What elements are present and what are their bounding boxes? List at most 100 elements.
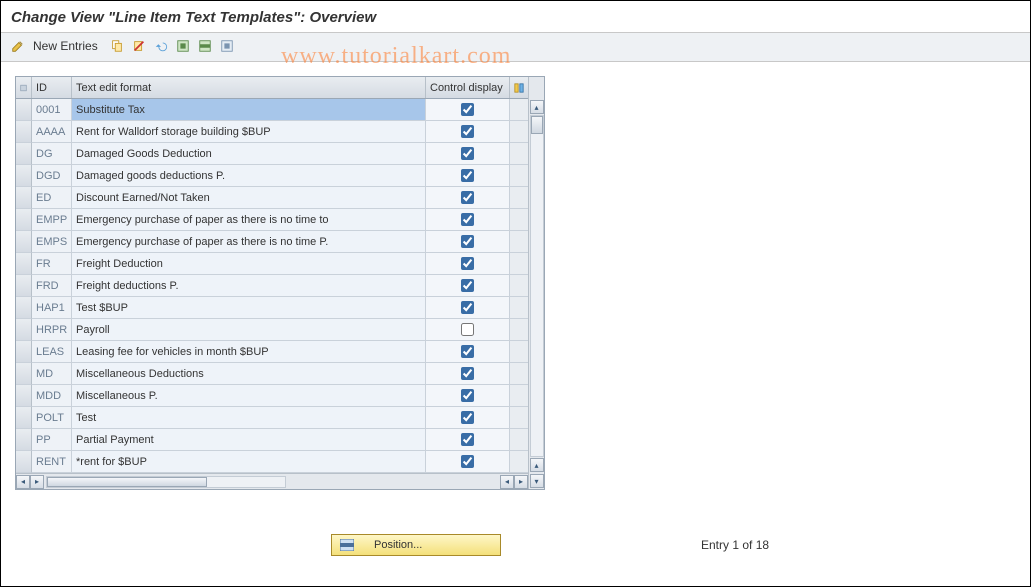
- control-display-checkbox[interactable]: [461, 169, 474, 182]
- row-selector[interactable]: [16, 165, 32, 187]
- table-row[interactable]: EDDiscount Earned/Not Taken: [16, 187, 528, 209]
- cell-text[interactable]: Freight deductions P.: [72, 275, 426, 297]
- row-selector[interactable]: [16, 231, 32, 253]
- cell-control: [426, 385, 510, 407]
- row-selector[interactable]: [16, 451, 32, 473]
- cell-text[interactable]: *rent for $BUP: [72, 451, 426, 473]
- cell-control: [426, 341, 510, 363]
- cell-text[interactable]: Payroll: [72, 319, 426, 341]
- cell-id: POLT: [32, 407, 72, 429]
- vertical-scrollbar[interactable]: ▴ ▴ ▾: [528, 77, 544, 489]
- header-row-selector[interactable]: [16, 77, 32, 98]
- table-row[interactable]: EMPSEmergency purchase of paper as there…: [16, 231, 528, 253]
- cell-gutter: [510, 187, 528, 209]
- pencil-icon[interactable]: [9, 37, 27, 55]
- control-display-checkbox[interactable]: [461, 257, 474, 270]
- scroll-up2-icon[interactable]: ▴: [530, 458, 544, 472]
- table-row[interactable]: RENT*rent for $BUP: [16, 451, 528, 473]
- cell-gutter: [510, 451, 528, 473]
- row-selector[interactable]: [16, 253, 32, 275]
- scroll-left2-icon[interactable]: ◂: [500, 475, 514, 489]
- row-selector[interactable]: [16, 209, 32, 231]
- cell-text[interactable]: Emergency purchase of paper as there is …: [72, 209, 426, 231]
- scroll-right-icon[interactable]: ▸: [30, 475, 44, 489]
- table-row[interactable]: EMPPEmergency purchase of paper as there…: [16, 209, 528, 231]
- header-id[interactable]: ID: [32, 77, 72, 98]
- control-display-checkbox[interactable]: [461, 411, 474, 424]
- header-text[interactable]: Text edit format: [72, 77, 426, 98]
- cell-gutter: [510, 407, 528, 429]
- control-display-checkbox[interactable]: [461, 279, 474, 292]
- delete-icon[interactable]: [130, 37, 148, 55]
- cell-text[interactable]: Substitute Tax: [72, 99, 426, 121]
- cell-text[interactable]: Test: [72, 407, 426, 429]
- control-display-checkbox[interactable]: [461, 125, 474, 138]
- row-selector[interactable]: [16, 99, 32, 121]
- table-row[interactable]: HRPRPayroll: [16, 319, 528, 341]
- control-display-checkbox[interactable]: [461, 103, 474, 116]
- new-entries-button[interactable]: New Entries: [31, 39, 104, 53]
- table-row[interactable]: FRDFreight deductions P.: [16, 275, 528, 297]
- select-block-icon[interactable]: [196, 37, 214, 55]
- table-row[interactable]: AAAARent for Walldorf storage building $…: [16, 121, 528, 143]
- control-display-checkbox[interactable]: [461, 213, 474, 226]
- table-row[interactable]: POLTTest: [16, 407, 528, 429]
- table-row[interactable]: PPPartial Payment: [16, 429, 528, 451]
- table-row[interactable]: DGDDamaged goods deductions P.: [16, 165, 528, 187]
- table-row[interactable]: DGDamaged Goods Deduction: [16, 143, 528, 165]
- control-display-checkbox[interactable]: [461, 389, 474, 402]
- table-row[interactable]: 0001Substitute Tax: [16, 99, 528, 121]
- row-selector[interactable]: [16, 407, 32, 429]
- cell-text[interactable]: Miscellaneous Deductions: [72, 363, 426, 385]
- control-display-checkbox[interactable]: [461, 455, 474, 468]
- cell-text[interactable]: Leasing fee for vehicles in month $BUP: [72, 341, 426, 363]
- table-row[interactable]: HAP1Test $BUP: [16, 297, 528, 319]
- scroll-up-icon[interactable]: ▴: [530, 100, 544, 114]
- control-display-checkbox[interactable]: [461, 191, 474, 204]
- cell-text[interactable]: Emergency purchase of paper as there is …: [72, 231, 426, 253]
- row-selector[interactable]: [16, 297, 32, 319]
- scroll-left-icon[interactable]: ◂: [16, 475, 30, 489]
- table-row[interactable]: MDMiscellaneous Deductions: [16, 363, 528, 385]
- cell-text[interactable]: Damaged Goods Deduction: [72, 143, 426, 165]
- cell-id: 0001: [32, 99, 72, 121]
- control-display-checkbox[interactable]: [461, 345, 474, 358]
- control-display-checkbox[interactable]: [461, 235, 474, 248]
- row-selector[interactable]: [16, 319, 32, 341]
- column-config-icon[interactable]: [510, 77, 528, 98]
- cell-text[interactable]: Partial Payment: [72, 429, 426, 451]
- table-row[interactable]: FRFreight Deduction: [16, 253, 528, 275]
- control-display-checkbox[interactable]: [461, 433, 474, 446]
- control-display-checkbox[interactable]: [461, 301, 474, 314]
- header-control[interactable]: Control display: [426, 77, 510, 98]
- row-selector[interactable]: [16, 121, 32, 143]
- control-display-checkbox[interactable]: [461, 147, 474, 160]
- cell-id: DGD: [32, 165, 72, 187]
- horizontal-scrollbar[interactable]: ◂ ▸ ◂ ▸: [16, 473, 528, 489]
- cell-text[interactable]: Miscellaneous P.: [72, 385, 426, 407]
- table-row[interactable]: MDDMiscellaneous P.: [16, 385, 528, 407]
- scroll-right2-icon[interactable]: ▸: [514, 475, 528, 489]
- row-selector[interactable]: [16, 363, 32, 385]
- row-selector[interactable]: [16, 143, 32, 165]
- row-selector[interactable]: [16, 275, 32, 297]
- row-selector[interactable]: [16, 341, 32, 363]
- cell-text[interactable]: Discount Earned/Not Taken: [72, 187, 426, 209]
- cell-id: AAAA: [32, 121, 72, 143]
- row-selector[interactable]: [16, 187, 32, 209]
- control-display-checkbox[interactable]: [461, 323, 474, 336]
- copy-icon[interactable]: [108, 37, 126, 55]
- control-display-checkbox[interactable]: [461, 367, 474, 380]
- row-selector[interactable]: [16, 385, 32, 407]
- cell-text[interactable]: Rent for Walldorf storage building $BUP: [72, 121, 426, 143]
- select-all-icon[interactable]: [174, 37, 192, 55]
- row-selector[interactable]: [16, 429, 32, 451]
- undo-icon[interactable]: [152, 37, 170, 55]
- cell-text[interactable]: Freight Deduction: [72, 253, 426, 275]
- table-row[interactable]: LEASLeasing fee for vehicles in month $B…: [16, 341, 528, 363]
- cell-text[interactable]: Damaged goods deductions P.: [72, 165, 426, 187]
- scroll-down-icon[interactable]: ▾: [530, 474, 544, 488]
- position-button[interactable]: Position...: [331, 534, 501, 556]
- deselect-all-icon[interactable]: [218, 37, 236, 55]
- cell-text[interactable]: Test $BUP: [72, 297, 426, 319]
